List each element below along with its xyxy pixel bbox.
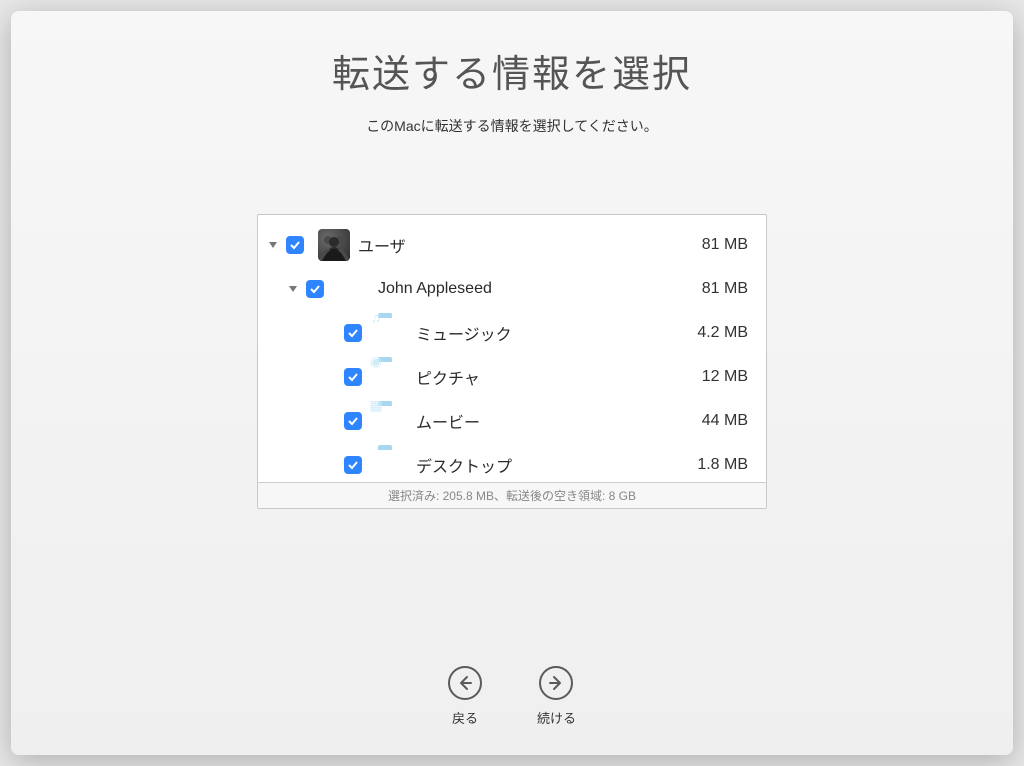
checkbox[interactable] (306, 280, 324, 298)
tree-row-users[interactable]: ユーザ 81 MB (266, 223, 758, 267)
page-subtitle: このMacに転送する情報を選択してください。 (366, 116, 658, 136)
disclosure-triangle-icon[interactable] (286, 284, 300, 294)
earth-avatar-icon (338, 273, 370, 305)
users-silhouette-icon (318, 229, 350, 261)
tree-list[interactable]: ユーザ 81 MB John Appleseed 81 MB (258, 215, 766, 482)
migration-window: 転送する情報を選択 このMacに転送する情報を選択してください。 (11, 11, 1013, 755)
row-label: ユーザ (358, 233, 678, 257)
back-button[interactable]: 戻る (448, 666, 482, 727)
row-size: 1.8 MB (678, 456, 758, 474)
row-label: デスクトップ (416, 453, 678, 477)
checkbox[interactable] (344, 324, 362, 342)
tree-row-desktop[interactable]: デスクトップ 1.8 MB (266, 443, 758, 482)
tree-row-user[interactable]: John Appleseed 81 MB (266, 267, 758, 311)
row-size: 4.2 MB (678, 324, 758, 342)
checkbox[interactable] (344, 368, 362, 386)
arrow-left-icon (448, 666, 482, 700)
row-size: 12 MB (678, 368, 758, 386)
music-folder-icon: ♫ (376, 317, 408, 349)
checkbox[interactable] (344, 456, 362, 474)
row-label: John Appleseed (378, 280, 678, 298)
row-size: 81 MB (678, 236, 758, 254)
disclosure-triangle-icon[interactable] (266, 240, 280, 250)
row-label: ピクチャ (416, 365, 678, 389)
pictures-folder-icon: ◉ (376, 361, 408, 393)
page-title: 転送する情報を選択 (332, 43, 692, 98)
checkbox[interactable] (286, 236, 304, 254)
movies-folder-icon: ▦ (376, 405, 408, 437)
tree-row-movies[interactable]: ▦ ムービー 44 MB (266, 399, 758, 443)
tree-row-music[interactable]: ♫ ミュージック 4.2 MB (266, 311, 758, 355)
row-label: ミュージック (416, 321, 678, 345)
footer-nav: 戻る 続ける (448, 666, 576, 727)
row-size: 81 MB (678, 280, 758, 298)
continue-button[interactable]: 続ける (537, 666, 576, 727)
back-label: 戻る (452, 708, 478, 727)
row-size: 44 MB (678, 412, 758, 430)
row-label: ムービー (416, 409, 678, 433)
selection-panel: ユーザ 81 MB John Appleseed 81 MB (257, 214, 767, 509)
desktop-folder-icon (376, 449, 408, 481)
checkbox[interactable] (344, 412, 362, 430)
status-bar: 選択済み: 205.8 MB、転送後の空き領域: 8 GB (258, 482, 766, 508)
continue-label: 続ける (537, 708, 576, 727)
arrow-right-icon (539, 666, 573, 700)
tree-row-pictures[interactable]: ◉ ピクチャ 12 MB (266, 355, 758, 399)
